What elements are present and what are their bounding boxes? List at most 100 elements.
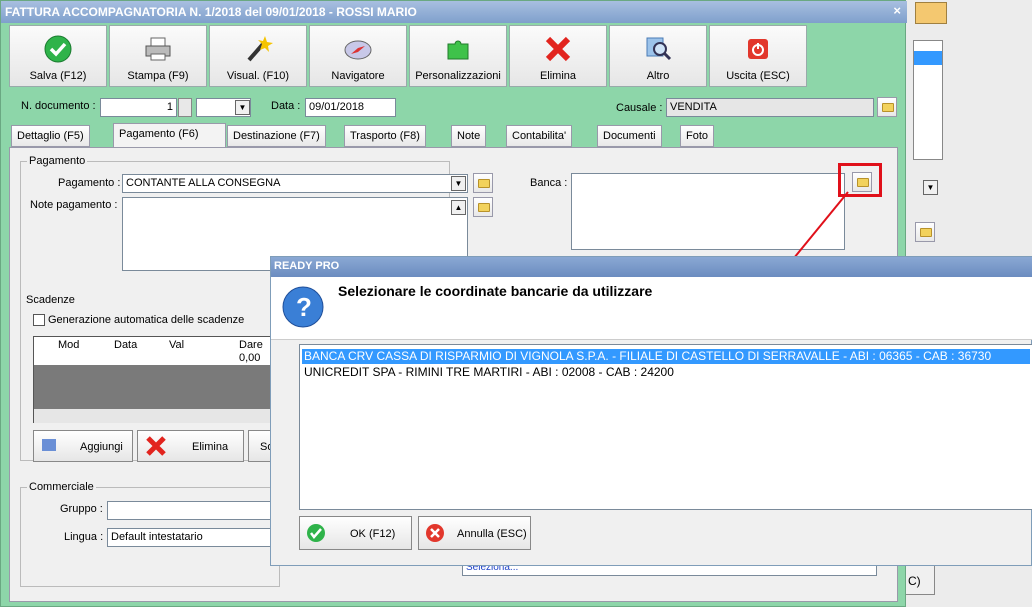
tab-pagamento-label: Pagamento (F6): [119, 128, 199, 140]
col-data: Data: [114, 339, 138, 351]
folder-icon[interactable]: [473, 197, 493, 217]
tab-dettaglio-label: Dettaglio (F5): [17, 130, 84, 142]
power-icon: [748, 39, 768, 59]
customize-label: Personalizzazioni: [415, 70, 501, 82]
delete-scadenza-button[interactable]: Elimina: [137, 430, 244, 462]
tab-documenti-label: Documenti: [603, 130, 656, 142]
question-icon: ?: [282, 286, 324, 328]
title-bar: FATTURA ACCOMPAGNATORIA N. 1/2018 del 09…: [1, 1, 907, 23]
auto-scadenze-checkbox[interactable]: [33, 314, 45, 326]
pagamento-group-title: Pagamento: [27, 155, 88, 167]
exit-label: Uscita (ESC): [726, 70, 790, 82]
navigator-button[interactable]: Navigatore: [309, 25, 407, 87]
bg-list: [913, 40, 943, 160]
banca-label: Banca :: [530, 177, 568, 189]
cancel-button[interactable]: Annulla (ESC): [418, 516, 531, 550]
add-scadenza-button[interactable]: Aggiungi: [33, 430, 133, 462]
ndoc-input[interactable]: 1: [100, 98, 177, 117]
users-icon[interactable]: [915, 2, 947, 24]
tab-destinazione-label: Destinazione (F7): [233, 130, 320, 142]
tab-contabilita-label: Contabilita': [512, 130, 567, 142]
tab-foto[interactable]: Foto: [680, 125, 715, 147]
delete-label: Elimina: [192, 441, 229, 453]
tab-foto-label: Foto: [686, 130, 709, 142]
customize-button[interactable]: Personalizzazioni: [409, 25, 507, 87]
delete-label: Elimina: [539, 70, 577, 82]
tab-destinazione[interactable]: Destinazione (F7): [227, 125, 326, 147]
folder-icon[interactable]: [877, 97, 897, 117]
other-label: Altro: [646, 70, 670, 82]
list-item[interactable]: BANCA CRV CASSA DI RISPARMIO DI VIGNOLA …: [302, 349, 1030, 364]
tab-contabilita[interactable]: Contabilita': [506, 125, 573, 147]
magic-wand-icon: [247, 36, 273, 62]
tab-trasporto-label: Trasporto (F8): [350, 130, 420, 142]
gruppo-input[interactable]: [107, 501, 273, 520]
window-title: FATTURA ACCOMPAGNATORIA N. 1/2018 del 09…: [5, 5, 417, 19]
horizontal-scrollbar[interactable]: [34, 409, 274, 423]
commerciale-group-title: Commerciale: [27, 481, 96, 493]
exit-button[interactable]: Uscita (ESC): [709, 25, 807, 87]
print-button[interactable]: Stampa (F9): [109, 25, 207, 87]
scroll-up-icon[interactable]: ▲: [451, 200, 466, 215]
other-button[interactable]: Altro: [609, 25, 707, 87]
save-button[interactable]: Salva (F12): [9, 25, 107, 87]
close-icon[interactable]: ×: [893, 3, 901, 18]
dialog-header: ? Selezionare le coordinate bancarie da …: [271, 277, 1032, 340]
dialog-heading: Selezionare le coordinate bancarie da ut…: [338, 283, 653, 299]
x-icon: [545, 36, 571, 62]
note-pagamento-label: Note pagamento :: [30, 199, 118, 211]
bg-folder-icon[interactable]: [915, 222, 935, 242]
cancel-label: Annulla (ESC): [457, 528, 527, 540]
tab-dettaglio[interactable]: Dettaglio (F5): [11, 125, 90, 147]
ndoc-label: N. documento :: [21, 100, 96, 112]
date-label: Data :: [271, 100, 301, 112]
ndoc-spin[interactable]: [178, 98, 192, 117]
chevron-down-icon[interactable]: ▼: [235, 100, 250, 115]
add-icon: [42, 439, 56, 451]
check-icon: [307, 524, 325, 542]
tab-pagamento[interactable]: Pagamento (F6): [113, 123, 226, 147]
ok-label: OK (F12): [350, 528, 396, 540]
tab-documenti[interactable]: Documenti: [597, 125, 662, 147]
lingua-select[interactable]: Default intestatario: [107, 528, 273, 547]
lingua-label: Lingua :: [64, 531, 104, 543]
dialog-title: READY PRO: [274, 260, 340, 272]
navigator-label: Navigatore: [331, 70, 385, 82]
causale-label: Causale :: [616, 102, 663, 114]
col-val: Val: [169, 339, 185, 351]
tab-note[interactable]: Note: [451, 125, 487, 147]
scadenze-group-title: Scadenze: [24, 294, 77, 306]
bg-dropdown[interactable]: ▼: [923, 180, 938, 195]
dialog-title-bar: READY PRO: [271, 257, 1032, 277]
check-icon: [44, 35, 72, 63]
printer-icon: [145, 37, 171, 61]
col-dare: Dare: [239, 339, 263, 351]
table-row[interactable]: 0,00: [239, 352, 260, 364]
auto-scadenze-label: Generazione automatica delle scadenze: [48, 314, 245, 326]
magnifier-icon: [646, 37, 672, 61]
gruppo-label: Gruppo :: [60, 503, 103, 515]
bg-button[interactable]: C): [905, 565, 935, 595]
tab-trasporto[interactable]: Trasporto (F8): [344, 125, 426, 147]
preview-button[interactable]: Visual. (F10): [209, 25, 307, 87]
pagamento-label: Pagamento :: [58, 177, 121, 189]
pagamento-select[interactable]: CONTANTE ALLA CONSEGNA: [122, 174, 468, 193]
save-label: Salva (F12): [29, 70, 87, 82]
bank-select-dialog: READY PRO ? Selezionare le coordinate ba…: [270, 256, 1032, 566]
add-label: Aggiungi: [80, 441, 123, 453]
col-mod: Mod: [58, 339, 80, 351]
date-input[interactable]: 09/01/2018: [305, 98, 396, 117]
folder-icon[interactable]: [473, 173, 493, 193]
causale-input[interactable]: VENDITA: [666, 98, 874, 117]
chevron-down-icon[interactable]: ▼: [451, 176, 466, 191]
tab-note-label: Note: [457, 130, 481, 142]
bank-list[interactable]: BANCA CRV CASSA DI RISPARMIO DI VIGNOLA …: [299, 344, 1032, 510]
ok-button[interactable]: OK (F12): [299, 516, 412, 550]
print-label: Stampa (F9): [127, 70, 189, 82]
list-item[interactable]: UNICREDIT SPA - RIMINI TRE MARTIRI - ABI…: [302, 365, 676, 380]
compass-icon: [344, 40, 372, 60]
x-icon: [146, 436, 166, 456]
svg-text:?: ?: [296, 292, 312, 322]
delete-button[interactable]: Elimina: [509, 25, 607, 87]
scadenze-table[interactable]: Mod Data Val Dare 0,00: [33, 336, 274, 423]
